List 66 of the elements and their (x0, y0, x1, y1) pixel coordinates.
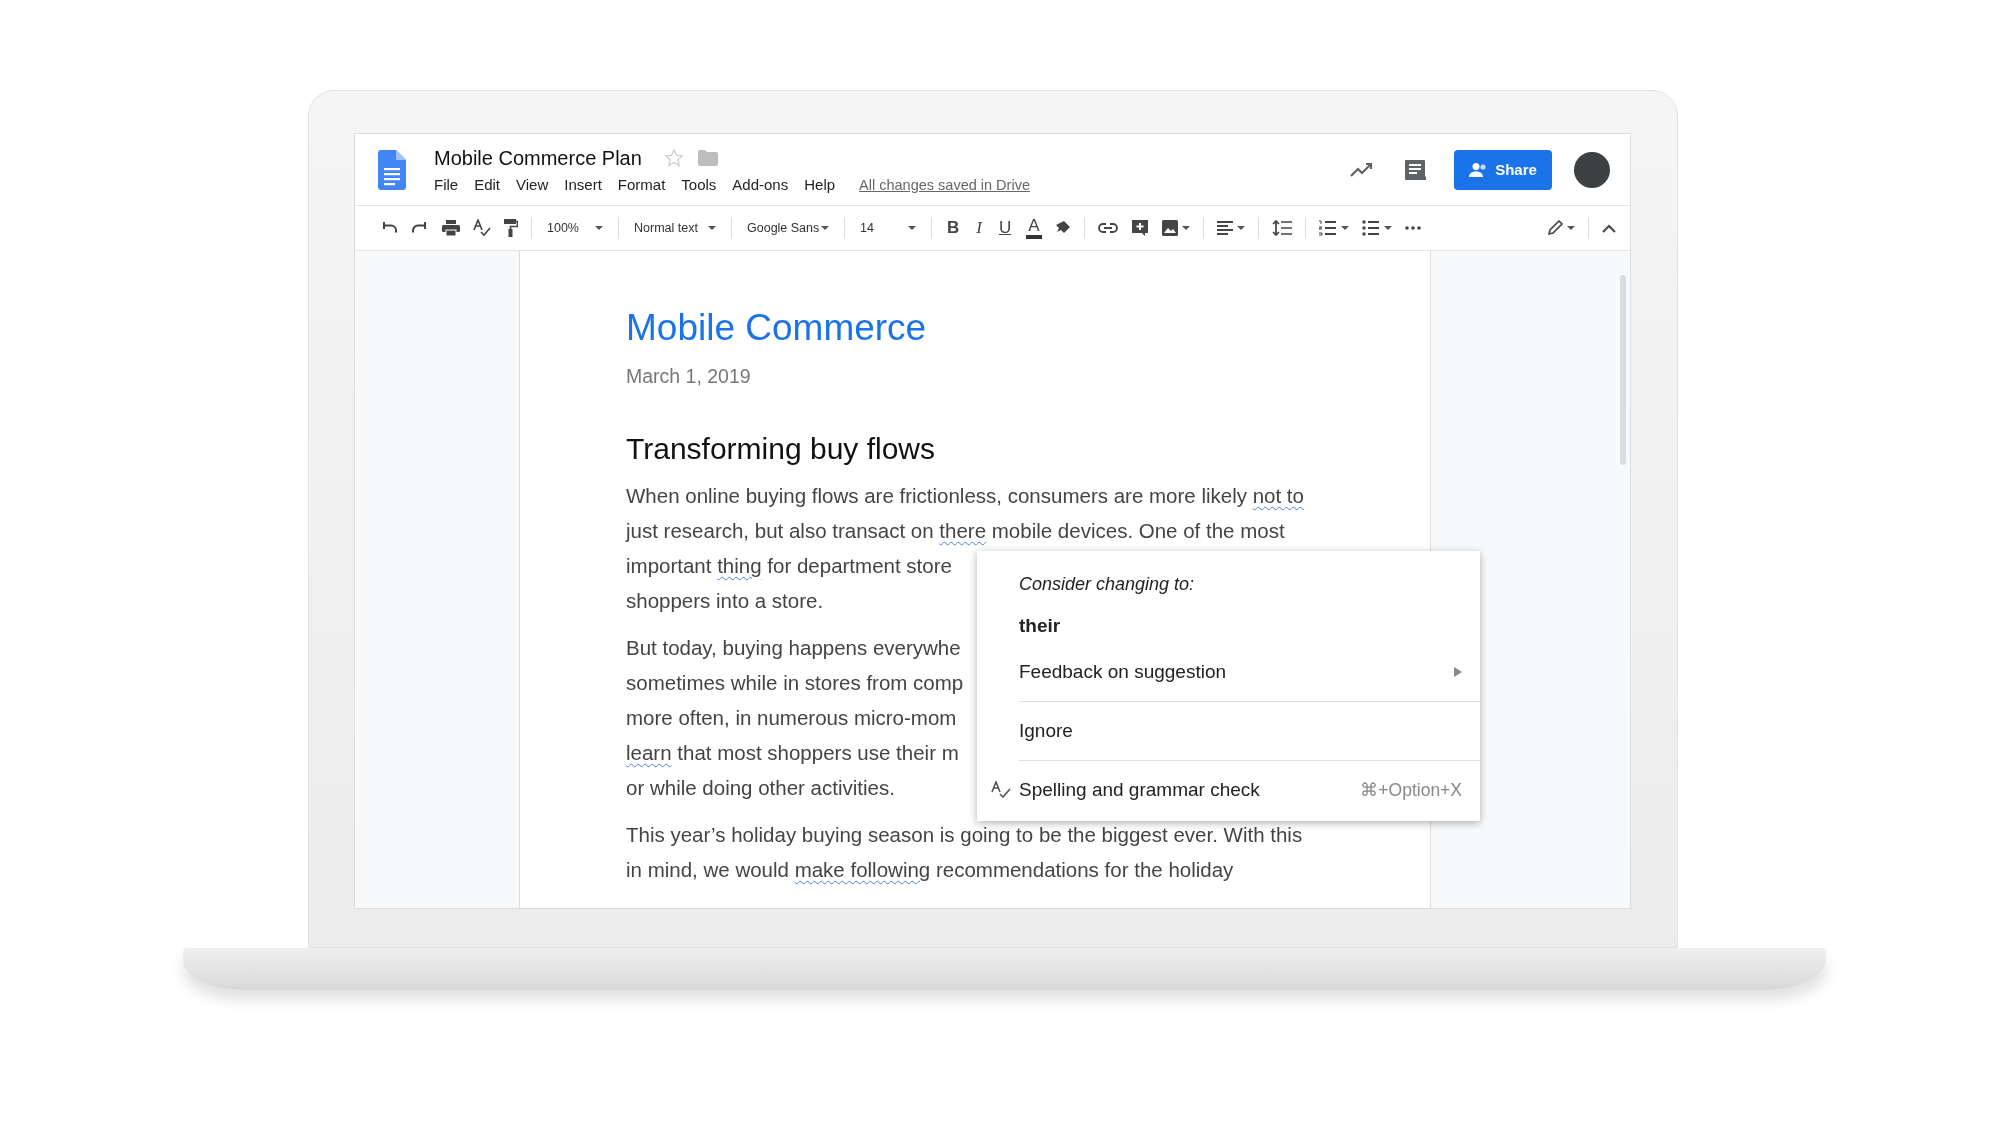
font-dropdown[interactable]: Google Sans (745, 221, 831, 235)
pencil-icon[interactable] (1547, 220, 1575, 236)
menu-item[interactable]: Edit (474, 175, 501, 193)
paint-format-icon[interactable] (504, 219, 518, 237)
italic-button[interactable]: I (974, 218, 984, 238)
text-line: or while doing other activities. (626, 775, 895, 801)
menu-item[interactable]: Spelling and grammar check (1019, 779, 1260, 801)
bold-button[interactable]: B (945, 218, 962, 238)
bulleted-list-icon[interactable] (1361, 220, 1392, 236)
avatar[interactable] (1574, 151, 1610, 188)
document-heading-title: Mobile Commerce (626, 307, 928, 349)
caret-icon (595, 226, 603, 230)
text-line: learn that most shoppers use their m (626, 740, 959, 766)
text-color-button[interactable]: A (1026, 217, 1042, 239)
caret-icon (908, 226, 916, 230)
text-line: important thing for department store (626, 553, 952, 579)
style-dropdown[interactable]: Normal text (632, 221, 718, 235)
submenu-arrow-icon (1454, 667, 1462, 677)
underline-button[interactable]: U (996, 218, 1014, 238)
menu-item[interactable]: File (434, 175, 459, 193)
document-icon[interactable] (378, 149, 406, 190)
zoom-dropdown[interactable]: 100% (545, 221, 605, 235)
text-line: When online buying flows are frictionless, consumers are more likely not to (626, 483, 1304, 509)
text-line: just research, but also transact on there mobile devices. One of the most (626, 518, 1285, 544)
highlighter-icon[interactable] (1054, 220, 1071, 236)
keyboard-shortcut: ⌘+Option+X (1360, 779, 1462, 801)
caret-icon (708, 226, 716, 230)
add-comment-icon[interactable] (1130, 219, 1149, 237)
menu-item[interactable]: Format (617, 175, 666, 193)
menu-item[interactable]: View (516, 175, 549, 193)
section-heading: Transforming buy flows (626, 432, 936, 466)
print-icon[interactable] (442, 220, 460, 236)
suggestion-item[interactable]: their (1019, 605, 1061, 647)
menu-item[interactable]: Feedback on suggestion (1019, 661, 1227, 683)
menu-item[interactable]: Insert (564, 175, 602, 193)
text-line: more often, in numerous micro-mom (626, 705, 957, 731)
document-date: March 1, 2019 (626, 365, 752, 388)
align-left-icon[interactable] (1216, 221, 1245, 235)
share-button[interactable]: Share (1454, 149, 1552, 190)
spellcheck-icon (991, 781, 1011, 799)
font-size-dropdown[interactable]: 14 (858, 221, 918, 235)
menu-item[interactable]: Tools (681, 175, 717, 193)
spellcheck-icon[interactable] (473, 219, 491, 237)
trend-icon[interactable] (1350, 162, 1374, 177)
more-icon[interactable] (1404, 226, 1421, 230)
text-line: But today, buying happens everywhe (626, 635, 961, 661)
collapse-icon[interactable] (1602, 223, 1616, 233)
text-line: sometimes while in stores from comp (626, 670, 964, 696)
text-line: shoppers into a store. (626, 588, 824, 614)
menu-header: Consider changing to: (1019, 573, 1195, 596)
numbered-list-icon[interactable] (1318, 220, 1349, 236)
comment-icon[interactable] (1404, 158, 1426, 181)
save-status-link[interactable]: All changes saved in Drive (859, 176, 1030, 193)
star-icon[interactable] (663, 148, 684, 168)
menu-item[interactable]: Add-ons (732, 175, 789, 193)
menu-item[interactable]: Help (804, 175, 836, 193)
menu-item[interactable]: Ignore (1019, 720, 1073, 742)
link-icon[interactable] (1097, 223, 1118, 233)
undo-icon[interactable] (380, 222, 398, 234)
text-line: in mind, we would make following recommendations for the holiday (626, 857, 1234, 883)
redo-icon[interactable] (411, 222, 429, 234)
text-line: This year’s holiday buying season is going to be the biggest ever. With this (626, 822, 1303, 848)
line-spacing-icon[interactable] (1271, 220, 1292, 236)
caret-icon (821, 226, 829, 230)
document-title[interactable]: Mobile Commerce Plan (434, 146, 642, 170)
image-icon[interactable] (1161, 220, 1190, 236)
